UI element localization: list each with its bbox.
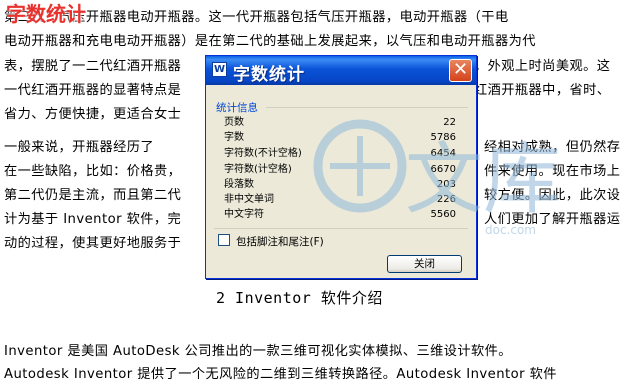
- stat-row: 页数 22: [224, 117, 456, 128]
- include-footnotes-label[interactable]: 包括脚注和尾注(F): [236, 234, 324, 249]
- doc-line: 在一些缺陷，比如：价格贵，: [4, 164, 182, 179]
- stat-value: 22: [443, 117, 456, 128]
- group-label: 统计信息: [216, 102, 258, 114]
- stat-row: 中文字符 5560: [224, 209, 456, 220]
- doc-line: 。外观上时尚美观。这: [474, 59, 611, 74]
- doc-line: 经相对成熟，但仍然存: [484, 140, 621, 155]
- stat-value: 5560: [430, 209, 456, 220]
- doc-line: 动的过程，使其更好地服务于: [4, 236, 182, 251]
- doc-line: 件来使用。现在市场上: [484, 164, 621, 179]
- include-footnotes-checkbox[interactable]: [218, 234, 230, 246]
- stat-row: 非中文单词 226: [224, 194, 456, 205]
- stat-value: 6670: [430, 164, 456, 175]
- word-count-dialog: W 字数统计 ✕ 统计信息 页数 22 字数 5786 字符数(不计空格) 64…: [205, 55, 477, 279]
- doc-line: 一般来说，开瓶器经历了: [4, 140, 155, 155]
- doc-line: Inventor 是美国 AutoDesk 公司推出的一款三维可视化实体模拟、三…: [4, 344, 512, 359]
- stat-value: 203: [436, 179, 456, 190]
- doc-line: 第二代仍是主流，而且第二代: [4, 188, 182, 203]
- doc-line: 红酒开瓶器中，省时、: [474, 83, 611, 98]
- section-heading: 2 Inventor 软件介绍: [216, 289, 383, 307]
- stat-row: 字符数(计空格) 6670: [224, 164, 456, 175]
- stat-row: 字数 5786: [224, 132, 456, 143]
- doc-line: 一代红酒开瓶器的显著特点是: [4, 83, 182, 98]
- stat-label: 字数: [224, 132, 244, 143]
- overlay-caption: 字数统计: [6, 2, 86, 26]
- stat-label: 非中文单词: [224, 194, 274, 205]
- word-app-icon: W: [212, 62, 227, 77]
- stat-value: 5786: [430, 132, 456, 143]
- stat-row: 字符数(不计空格) 6454: [224, 148, 456, 159]
- dialog-divider: [214, 228, 468, 229]
- doc-line: 计为基于 Inventor 软件，完: [4, 212, 182, 227]
- stat-label: 段落数: [224, 179, 254, 190]
- doc-line: 电动开瓶器和充电电动开瓶器）是在第二代的基础上发展起来，以气压和电动开瓶器为代: [4, 34, 536, 49]
- close-button[interactable]: 关闭: [387, 255, 462, 273]
- stat-value: 6454: [430, 148, 456, 159]
- stat-label: 字符数(不计空格): [224, 148, 302, 159]
- stat-value: 226: [436, 194, 456, 205]
- dialog-titlebar[interactable]: W 字数统计 ✕: [206, 56, 476, 85]
- doc-line: 人们更加了解开瓶器运: [484, 212, 621, 227]
- stat-label: 字符数(计空格): [224, 164, 292, 175]
- doc-line: Autodesk Inventor 提供了一个无风险的二维到三维转换路径。Aut…: [4, 367, 557, 382]
- stat-row: 段落数 203: [224, 179, 456, 190]
- doc-line: 较方便。因此，此次设: [484, 188, 621, 203]
- dialog-title: 字数统计: [233, 65, 305, 85]
- stat-label: 页数: [224, 117, 244, 128]
- group-divider: [266, 107, 468, 108]
- doc-line: 表，摆脱了一二代红酒开瓶器: [4, 59, 182, 74]
- doc-line: 省力、方便快捷，更适合女士: [4, 107, 182, 122]
- stat-label: 中文字符: [224, 209, 264, 220]
- close-icon[interactable]: ✕: [449, 59, 472, 82]
